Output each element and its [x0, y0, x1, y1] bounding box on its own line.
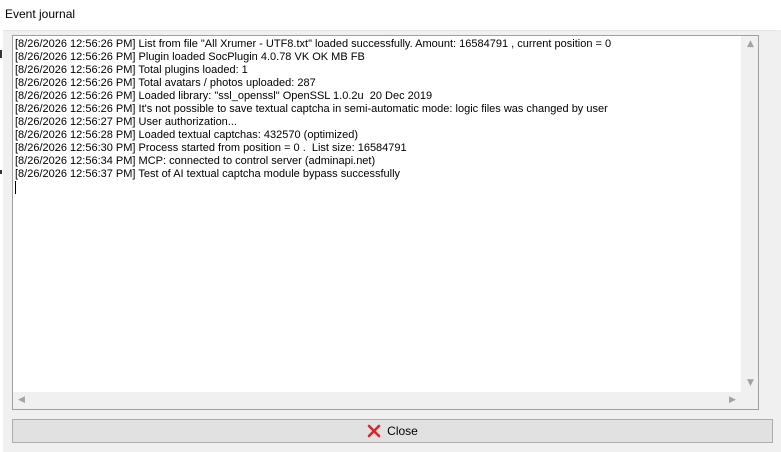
- event-journal-window: Event journal [8/26/2026 12:56:26 PM] Li…: [0, 0, 781, 452]
- background-window-edge: [0, 30, 3, 452]
- log-line: [8/26/2026 12:56:26 PM] Plugin loaded So…: [15, 51, 365, 63]
- log-line: [8/26/2026 12:56:27 PM] User authorizati…: [15, 116, 237, 128]
- arrow-right-icon[interactable]: ▶: [724, 392, 741, 409]
- close-button-label: Close: [387, 424, 418, 438]
- scrollbar-corner: [741, 392, 758, 409]
- arrow-down-icon[interactable]: ▼: [742, 375, 759, 392]
- vertical-scrollbar[interactable]: ▲ ▼: [741, 36, 758, 392]
- event-log-content[interactable]: [8/26/2026 12:56:26 PM] List from file "…: [15, 38, 735, 393]
- edge-mark: [0, 50, 2, 58]
- window-right-edge: [777, 30, 781, 452]
- log-line: [8/26/2026 12:56:37 PM] Test of AI textu…: [15, 168, 401, 180]
- log-line: [8/26/2026 12:56:26 PM] List from file "…: [15, 38, 612, 50]
- close-x-icon: [367, 424, 381, 438]
- horizontal-scrollbar[interactable]: ◀ ▶: [13, 392, 758, 409]
- log-line: [8/26/2026 12:56:26 PM] Total avatars / …: [15, 77, 316, 89]
- edge-mark: [0, 170, 2, 174]
- title-bar[interactable]: Event journal: [0, 0, 781, 31]
- log-line: [8/26/2026 12:56:34 PM] MCP: connected t…: [15, 155, 376, 167]
- arrow-up-icon[interactable]: ▲: [742, 36, 759, 53]
- log-line: [8/26/2026 12:56:26 PM] It's not possibl…: [15, 103, 608, 115]
- log-line: [8/26/2026 12:56:26 PM] Loaded library: …: [15, 90, 433, 102]
- close-button[interactable]: Close: [12, 419, 773, 443]
- log-line: [8/26/2026 12:56:26 PM] Total plugins lo…: [15, 64, 248, 76]
- window-title: Event journal: [5, 7, 76, 21]
- log-line: [8/26/2026 12:56:28 PM] Loaded textual c…: [15, 129, 359, 141]
- log-line: [8/26/2026 12:56:30 PM] Process started …: [15, 142, 407, 154]
- text-caret: [15, 181, 16, 194]
- event-log-textarea[interactable]: [8/26/2026 12:56:26 PM] List from file "…: [12, 35, 759, 410]
- arrow-left-icon[interactable]: ◀: [13, 392, 30, 409]
